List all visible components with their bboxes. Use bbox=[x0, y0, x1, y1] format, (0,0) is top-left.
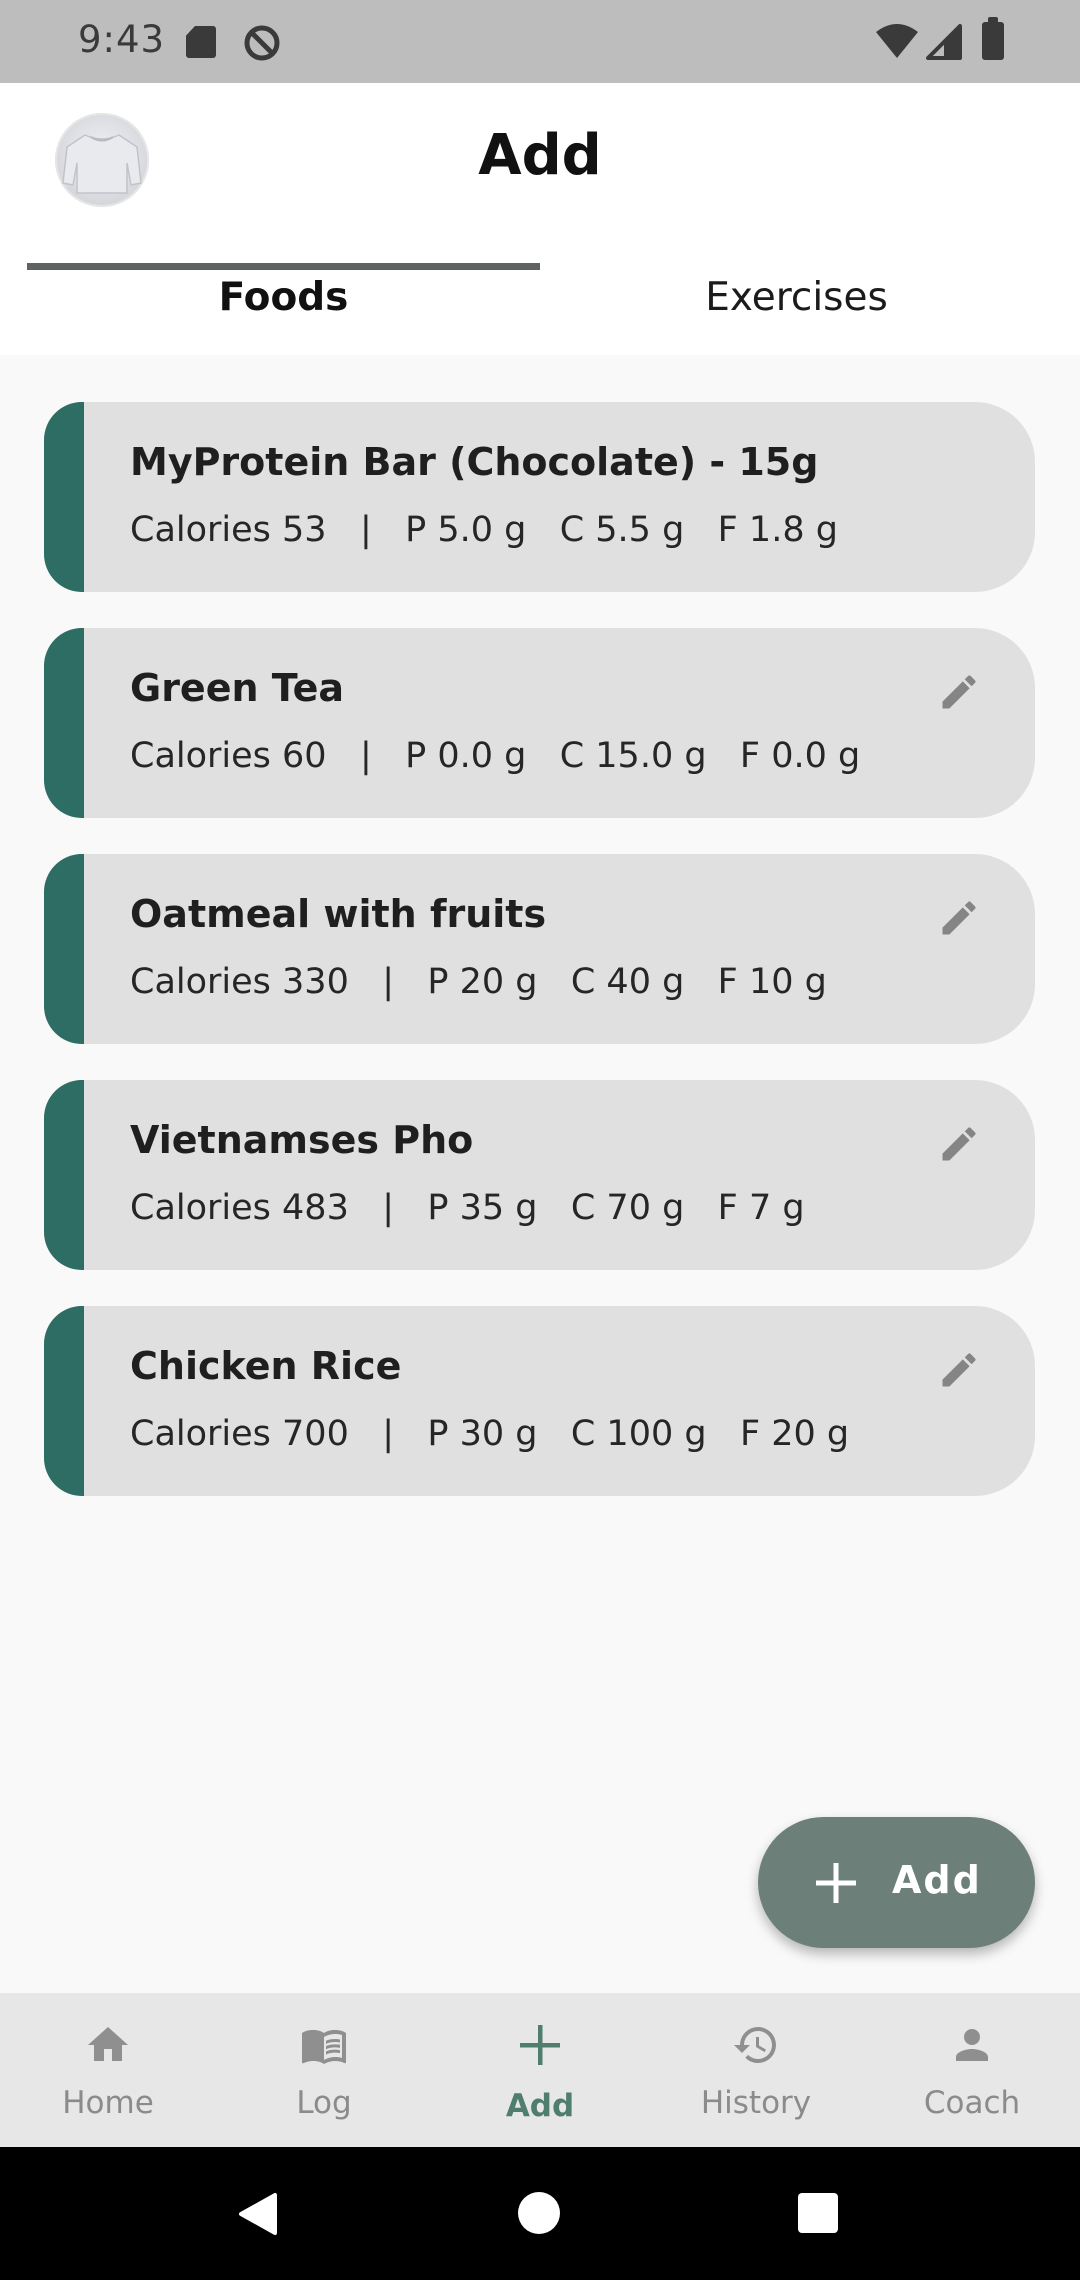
nav-label-home: Home bbox=[62, 2085, 154, 2121]
pencil-icon[interactable] bbox=[937, 1122, 981, 1166]
food-card[interactable]: Vietnamses Pho Calories 483 | P 35 g C 7… bbox=[44, 1080, 1035, 1270]
food-card-accent bbox=[44, 1080, 84, 1270]
home-button-icon[interactable] bbox=[518, 2192, 560, 2234]
food-card[interactable]: Oatmeal with fruits Calories 330 | P 20 … bbox=[44, 854, 1035, 1044]
pencil-icon[interactable] bbox=[937, 896, 981, 940]
nav-item-log[interactable]: Log bbox=[216, 1993, 432, 2147]
nav-item-coach[interactable]: Coach bbox=[864, 1993, 1080, 2147]
food-macros: Calories 330 | P 20 g C 40 g F 10 g bbox=[130, 962, 827, 1002]
food-name: Oatmeal with fruits bbox=[130, 892, 547, 936]
tab-foods-label: Foods bbox=[218, 275, 349, 320]
food-card-accent bbox=[44, 628, 84, 818]
nav-label-history: History bbox=[700, 2085, 812, 2121]
pencil-icon[interactable] bbox=[937, 1348, 981, 1392]
recents-icon[interactable] bbox=[798, 2193, 838, 2233]
nav-item-add[interactable]: Add bbox=[432, 1993, 648, 2147]
food-card-accent bbox=[44, 1306, 84, 1496]
plus-icon bbox=[520, 2025, 560, 2065]
food-name: Green Tea bbox=[130, 666, 345, 710]
food-name: Chicken Rice bbox=[130, 1344, 402, 1388]
food-card[interactable]: Green Tea Calories 60 | P 0.0 g C 15.0 g… bbox=[44, 628, 1035, 818]
page-title: Add bbox=[478, 123, 602, 188]
tab-exercises[interactable]: Exercises bbox=[540, 253, 1053, 355]
nav-label-coach: Coach bbox=[923, 2085, 1021, 2121]
wifi-icon bbox=[876, 24, 918, 58]
nav-label-add: Add bbox=[505, 2088, 575, 2124]
food-macros: Calories 483 | P 35 g C 70 g F 7 g bbox=[130, 1188, 805, 1228]
do-not-disturb-icon bbox=[244, 25, 280, 61]
food-card[interactable]: Chicken Rice Calories 700 | P 30 g C 100… bbox=[44, 1306, 1035, 1496]
app-header: Add Foods Exercises bbox=[0, 83, 1080, 355]
add-fab-button[interactable]: Add bbox=[758, 1817, 1035, 1948]
food-card[interactable]: MyProtein Bar (Chocolate) - 15g Calories… bbox=[44, 402, 1035, 592]
pencil-icon[interactable] bbox=[937, 670, 981, 714]
bottom-nav: Home Log Add History Coach bbox=[0, 1993, 1080, 2147]
food-name: MyProtein Bar (Chocolate) - 15g bbox=[130, 440, 819, 484]
food-list: MyProtein Bar (Chocolate) - 15g Calories… bbox=[44, 402, 1036, 1532]
nav-item-history[interactable]: History bbox=[648, 1993, 864, 2147]
food-macros: Calories 53 | P 5.0 g C 5.5 g F 1.8 g bbox=[130, 510, 838, 550]
book-icon bbox=[302, 2030, 346, 2064]
battery-icon bbox=[982, 17, 1004, 60]
add-fab-label: Add bbox=[892, 1858, 982, 1902]
back-icon[interactable] bbox=[235, 2191, 281, 2237]
home-icon bbox=[88, 2027, 128, 2061]
status-bar: 9:43 bbox=[0, 0, 1080, 83]
system-nav-bar bbox=[0, 2147, 1080, 2280]
nav-item-home[interactable]: Home bbox=[0, 1993, 216, 2147]
sd-card-icon bbox=[186, 26, 216, 58]
tab-indicator bbox=[27, 263, 540, 270]
plus-icon bbox=[816, 1863, 856, 1903]
food-name: Vietnamses Pho bbox=[130, 1118, 474, 1162]
signal-icon bbox=[926, 24, 962, 60]
history-icon bbox=[734, 2027, 776, 2063]
tab-exercises-label: Exercises bbox=[705, 275, 888, 320]
food-card-accent bbox=[44, 402, 84, 592]
nav-label-log: Log bbox=[296, 2085, 352, 2121]
food-macros: Calories 700 | P 30 g C 100 g F 20 g bbox=[130, 1414, 850, 1454]
status-time: 9:43 bbox=[78, 18, 166, 61]
food-macros: Calories 60 | P 0.0 g C 15.0 g F 0.0 g bbox=[130, 736, 861, 776]
person-icon bbox=[956, 2029, 988, 2061]
food-card-accent bbox=[44, 854, 84, 1044]
